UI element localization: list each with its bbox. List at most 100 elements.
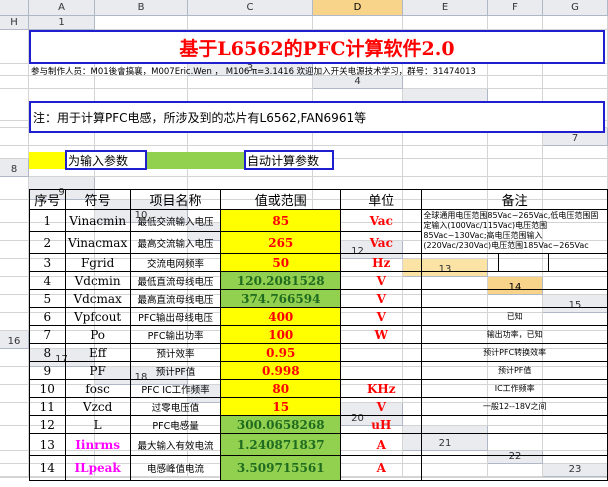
column-header-a[interactable]: A — [29, 0, 95, 16]
cell-value[interactable]: 120.2081528 — [220, 271, 342, 290]
cell[interactable] — [543, 16, 608, 30]
table-header-cell[interactable]: 值或范围 — [220, 189, 342, 210]
cell-idx[interactable]: 8 — [29, 343, 66, 362]
column-header-c[interactable]: C — [188, 0, 313, 16]
cell-remark[interactable] — [421, 289, 608, 308]
cell-name[interactable]: 最高直流母线电压 — [129, 289, 222, 308]
cell-unit[interactable]: V — [340, 307, 423, 326]
cell-idx[interactable]: 2 — [29, 231, 66, 254]
table-header-cell[interactable]: 项目名称 — [129, 189, 222, 210]
cell[interactable] — [543, 146, 608, 159]
column-header-b[interactable]: B — [95, 0, 188, 16]
cell-name[interactable]: 最大输入有效电流 — [129, 433, 222, 456]
cell-unit[interactable]: Vac — [340, 209, 423, 232]
cell-name[interactable]: PFC IC工作频率 — [129, 379, 222, 398]
cell[interactable] — [0, 76, 29, 89]
cell[interactable] — [488, 16, 543, 30]
cell-remark[interactable] — [421, 455, 608, 481]
cell-sym[interactable]: ILpeak — [64, 455, 131, 481]
cell-value[interactable]: 100 — [220, 325, 342, 344]
cell-idx[interactable]: 4 — [29, 271, 66, 290]
cell[interactable] — [313, 16, 403, 30]
input-legend-label[interactable]: 为输入参数 — [65, 150, 147, 170]
cell-remark-empty[interactable] — [498, 253, 550, 272]
cell-idx[interactable]: 5 — [29, 289, 66, 308]
row-header-1[interactable]: 1 — [29, 16, 95, 30]
cell-value[interactable]: 85 — [220, 209, 342, 232]
column-header-e[interactable]: E — [403, 0, 488, 16]
cell-name[interactable]: 最低交流输入电压 — [129, 209, 222, 232]
cell-unit[interactable]: KHz — [340, 379, 423, 398]
title-banner[interactable]: 基于L6562的PFC计算软件2.0 — [29, 30, 605, 64]
cell-idx[interactable]: 14 — [29, 455, 66, 481]
cell-sym[interactable]: Vinacmax — [64, 231, 131, 254]
cell-value[interactable]: 80 — [220, 379, 342, 398]
cell-unit[interactable]: uH — [340, 415, 423, 434]
cell-value[interactable]: 300.0658268 — [220, 415, 342, 434]
cell[interactable] — [0, 223, 29, 241]
cell[interactable] — [0, 241, 29, 259]
cell-sym[interactable]: Iinrms — [64, 433, 131, 456]
row-header-8[interactable]: 8 — [0, 159, 29, 177]
cell[interactable] — [0, 30, 29, 64]
cell-remark-empty[interactable] — [548, 253, 608, 272]
cell-remark[interactable]: 预计PFC转换效率 — [421, 343, 608, 362]
calc-legend-label[interactable]: 自动计算参数 — [244, 150, 334, 170]
cell-unit[interactable]: Hz — [340, 253, 423, 272]
cell-name[interactable]: PFC输出功率 — [129, 325, 222, 344]
cell-unit[interactable] — [340, 361, 423, 380]
cell[interactable] — [403, 159, 488, 177]
cell-name[interactable]: 交流电网频率 — [129, 253, 222, 272]
cell[interactable] — [0, 313, 29, 331]
cell[interactable] — [0, 464, 29, 477]
cell-value[interactable]: 1.240871837 — [220, 433, 342, 456]
cell-value[interactable]: 374.766594 — [220, 289, 342, 308]
cell[interactable] — [0, 277, 29, 295]
cell-value[interactable]: 400 — [220, 307, 342, 326]
column-header-f[interactable]: F — [488, 0, 543, 16]
cell-sym[interactable]: Po — [64, 325, 131, 344]
column-header-g[interactable]: G — [543, 0, 608, 16]
cell-remark[interactable]: IC工作频率 — [421, 379, 608, 398]
cell[interactable] — [0, 200, 29, 223]
cell-unit[interactable]: Vac — [340, 231, 423, 254]
cell[interactable] — [95, 16, 188, 30]
cell-unit[interactable]: A — [340, 455, 423, 481]
cell-idx[interactable]: 9 — [29, 361, 66, 380]
cell[interactable] — [543, 159, 608, 177]
cell-remark[interactable]: 全球通用电压范围85Vac~265Vac,低电压范围固定输入(100Vac/11… — [421, 209, 608, 254]
cell-remark[interactable]: 已知 — [421, 307, 608, 326]
cell-idx[interactable]: 3 — [29, 253, 66, 272]
cell-name[interactable]: 最高交流输入电压 — [129, 231, 222, 254]
cell-name[interactable]: PFC输出母线电压 — [129, 307, 222, 326]
cell[interactable] — [0, 385, 29, 403]
row-header-16[interactable]: 16 — [0, 331, 29, 349]
cell[interactable] — [0, 367, 29, 385]
cell-remark[interactable] — [421, 433, 608, 456]
cell-remark[interactable] — [421, 271, 608, 290]
cell-unit[interactable]: A — [340, 433, 423, 456]
cell-idx[interactable]: 1 — [29, 209, 66, 232]
select-all-corner[interactable] — [0, 0, 29, 16]
cell-sym[interactable]: Fgrid — [64, 253, 131, 272]
cell-sym[interactable]: Vinacmin — [64, 209, 131, 232]
cell[interactable] — [488, 146, 543, 159]
cell-name[interactable]: 电感峰值电流 — [129, 455, 222, 481]
cell-remark[interactable] — [421, 415, 608, 434]
cell-idx[interactable]: 10 — [29, 379, 66, 398]
cell-sym[interactable]: Vdcmin — [64, 271, 131, 290]
cell-value[interactable]: 15 — [220, 397, 342, 416]
cell[interactable] — [0, 121, 29, 128]
table-header-cell[interactable]: 符号 — [64, 189, 131, 210]
cell-value[interactable]: 0.95 — [220, 343, 342, 362]
cell-unit[interactable]: W — [340, 325, 423, 344]
cell-unit[interactable]: V — [340, 271, 423, 290]
cell[interactable] — [0, 64, 29, 76]
cell[interactable] — [188, 16, 313, 30]
cell-value[interactable]: 50 — [220, 253, 342, 272]
cell-name[interactable]: 预计效率 — [129, 343, 222, 362]
column-header-h[interactable]: H — [0, 16, 29, 30]
cell-unit[interactable] — [340, 343, 423, 362]
cell[interactable] — [0, 403, 29, 426]
cell[interactable] — [488, 159, 543, 177]
